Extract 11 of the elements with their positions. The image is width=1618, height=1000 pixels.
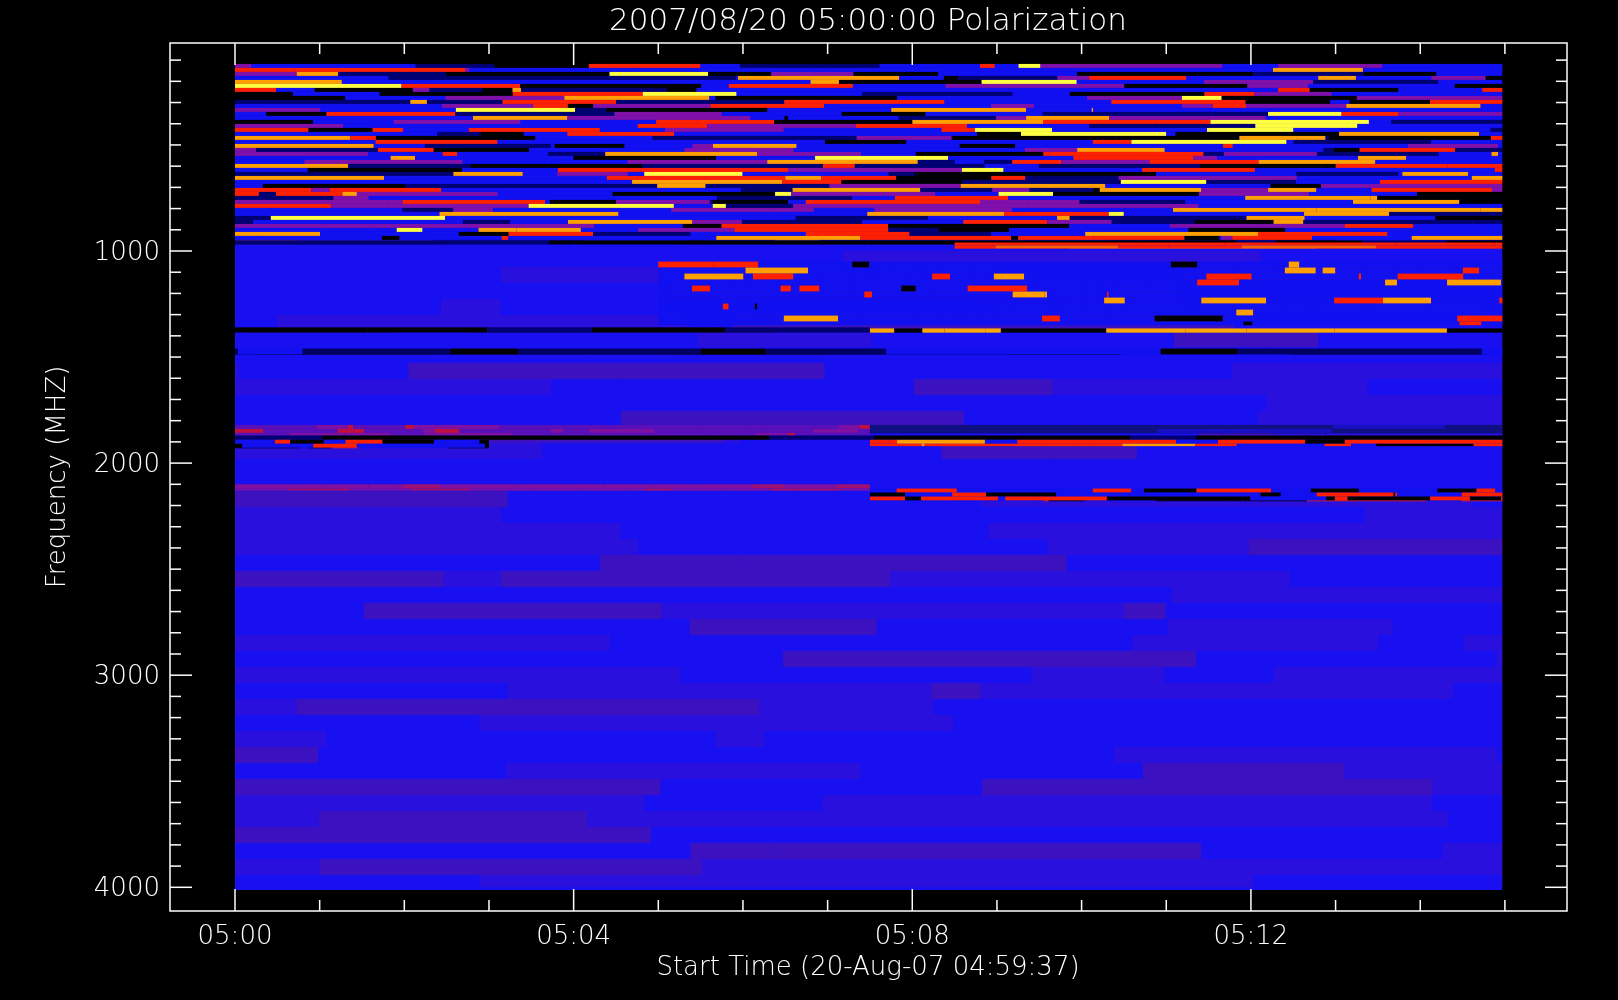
y-tick-label: 1000 — [93, 236, 160, 266]
x-tick-label: 05:04 — [536, 920, 612, 950]
x-tick-label: 05:08 — [874, 920, 950, 950]
y-tick-label: 4000 — [93, 872, 160, 903]
x-tick-label: 05:12 — [1213, 920, 1289, 950]
y-tick-label: 3000 — [93, 660, 160, 691]
x-tick-label: 05:00 — [197, 920, 273, 950]
x-axis-label: Start Time (20-Aug-07 04:59:37) — [656, 951, 1080, 981]
y-tick-label: 2000 — [93, 448, 160, 479]
y-axis-label: Frequency (MHZ) — [41, 365, 71, 589]
plot-title: 2007/08/20 05:00:00 Polarization — [609, 1, 1127, 37]
